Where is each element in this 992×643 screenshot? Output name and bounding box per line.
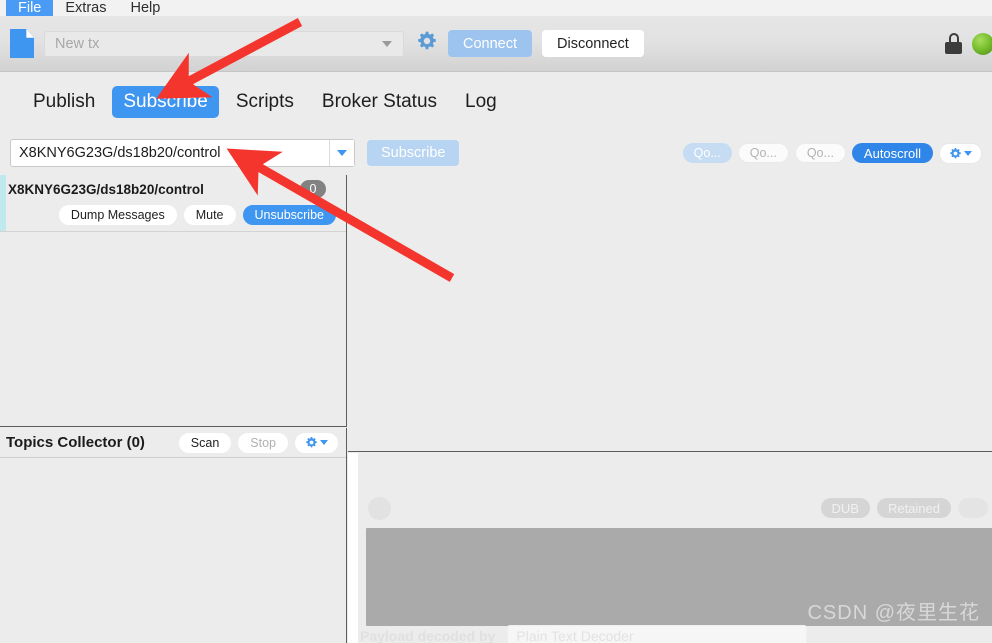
topic-input[interactable]: X8KNY6G23G/ds18b20/control xyxy=(11,145,329,161)
main-tabbar: Publish Subscribe Scripts Broker Status … xyxy=(0,73,992,130)
gear-icon[interactable] xyxy=(416,30,438,57)
message-list-panel[interactable] xyxy=(348,175,992,452)
subscribe-options-group: Qo... Qo... Qo... Autoscroll xyxy=(682,142,982,164)
topics-collector-panel: Topics Collector (0) Scan Stop xyxy=(0,428,347,643)
detail-left-gutter xyxy=(348,453,358,643)
chevron-down-icon[interactable] xyxy=(382,40,392,47)
status-badge-dub: DUB xyxy=(820,498,870,518)
chevron-down-icon xyxy=(337,150,347,156)
broker-profile-combobox[interactable]: New tx xyxy=(44,30,404,57)
subscription-row[interactable]: X8KNY6G23G/ds18b20/control 0 Dump Messag… xyxy=(0,175,346,232)
subscribe-button[interactable]: Subscribe xyxy=(367,140,460,166)
menu-item-file[interactable]: File xyxy=(6,0,54,16)
avatar xyxy=(368,496,391,520)
subscription-color-accent xyxy=(0,175,6,231)
menu-item-extras[interactable]: Extras xyxy=(53,0,118,16)
disconnect-button[interactable]: Disconnect xyxy=(542,30,644,57)
broker-profile-value: New tx xyxy=(55,35,100,52)
tab-log[interactable]: Log xyxy=(454,86,508,118)
gear-icon xyxy=(306,436,317,448)
new-profile-icon[interactable] xyxy=(10,29,34,58)
qos-1-button[interactable]: Qo... xyxy=(737,143,789,163)
stop-button[interactable]: Stop xyxy=(238,432,288,453)
subscribe-options-dropdown[interactable] xyxy=(939,142,982,164)
mute-button[interactable]: Mute xyxy=(183,205,236,225)
status-badge-retained: Retained xyxy=(876,498,951,518)
payload-decoder-select[interactable]: Plain Text Decoder xyxy=(507,625,808,643)
subscriptions-panel: X8KNY6G23G/ds18b20/control 0 Dump Messag… xyxy=(0,175,347,427)
topic-dropdown-button[interactable] xyxy=(329,140,354,166)
connect-button[interactable]: Connect xyxy=(448,30,533,57)
chevron-down-icon xyxy=(964,150,972,156)
status-indicator xyxy=(972,32,992,55)
tab-broker-status[interactable]: Broker Status xyxy=(311,86,448,118)
payload-view[interactable] xyxy=(366,528,992,626)
menu-item-help[interactable]: Help xyxy=(118,0,172,16)
topics-collector-options-dropdown[interactable] xyxy=(295,432,338,453)
subscription-message-count: 0 xyxy=(300,180,326,198)
topics-collector-title: Topics Collector (0) xyxy=(6,434,145,451)
chevron-down-icon xyxy=(320,440,328,445)
qos-2-button[interactable]: Qo... xyxy=(794,143,846,163)
dump-messages-button[interactable]: Dump Messages xyxy=(58,205,177,225)
lock-icon xyxy=(945,33,962,54)
autoscroll-toggle[interactable]: Autoscroll xyxy=(851,143,933,163)
tab-scripts[interactable]: Scripts xyxy=(225,86,305,118)
message-detail-panel: DUB Retained Payload decoded by Plain Te… xyxy=(348,453,992,643)
message-detail-header: DUB Retained xyxy=(368,493,992,523)
subscription-topic-label: X8KNY6G23G/ds18b20/control xyxy=(8,181,204,197)
menu-bar: File Extras Help xyxy=(0,0,992,16)
topic-input-combobox[interactable]: X8KNY6G23G/ds18b20/control xyxy=(10,139,355,167)
status-badge-extra xyxy=(958,498,988,518)
qos-0-button[interactable]: Qo... xyxy=(682,143,732,163)
scan-button[interactable]: Scan xyxy=(178,432,232,453)
connection-status-group xyxy=(945,32,992,55)
tab-publish[interactable]: Publish xyxy=(22,86,106,118)
unsubscribe-button[interactable]: Unsubscribe xyxy=(242,205,336,225)
subscribe-toolbar: X8KNY6G23G/ds18b20/control Subscribe Qo.… xyxy=(0,138,992,168)
gear-icon xyxy=(950,147,961,158)
tab-subscribe[interactable]: Subscribe xyxy=(112,85,219,118)
payload-decoder-label: Payload decoded by xyxy=(360,628,496,643)
topics-collector-header: Topics Collector (0) Scan Stop xyxy=(0,428,346,458)
connection-toolbar: New tx Connect Disconnect xyxy=(0,16,992,72)
payload-decoder-row: Payload decoded by Plain Text Decoder xyxy=(360,625,972,643)
